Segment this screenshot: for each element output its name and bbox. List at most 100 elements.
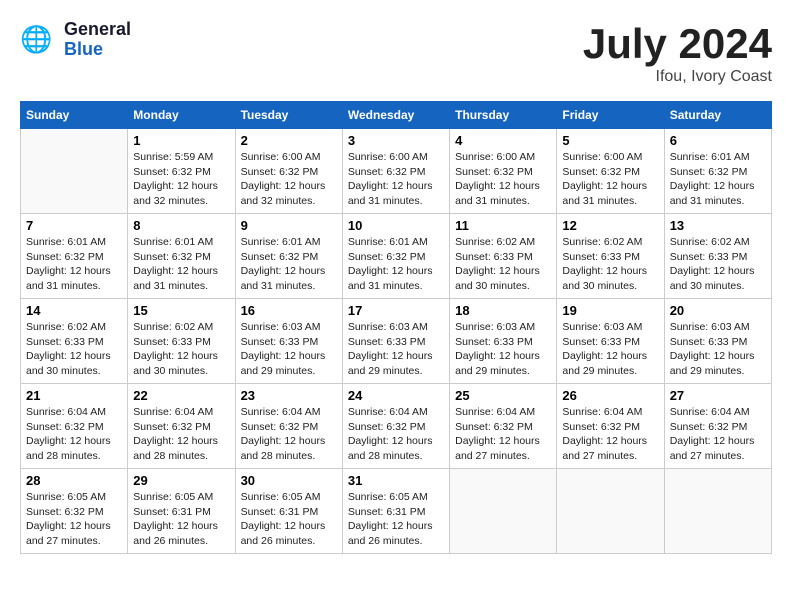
calendar-cell: 11 Sunrise: 6:02 AM Sunset: 6:33 PM Dayli… (450, 214, 557, 299)
day-number: 4 (455, 133, 551, 148)
calendar-cell: 30Sunrise: 6:05 AM Sunset: 6:31 PM Dayli… (235, 469, 342, 554)
location-text: Ifou, Ivory Coast (583, 68, 772, 86)
calendar-cell: 29Sunrise: 6:05 AM Sunset: 6:31 PM Dayli… (128, 469, 235, 554)
day-info: Sunrise: 6:01 AM Sunset: 6:32 PM Dayligh… (241, 235, 337, 294)
day-info: Sunrise: 6:02 AM Sunset: 6:33 PM Dayligh… (455, 235, 551, 294)
day-info: Sunrise: 6:04 AM Sunset: 6:32 PM Dayligh… (133, 405, 229, 464)
day-info: Sunrise: 6:03 AM Sunset: 6:33 PM Dayligh… (455, 320, 551, 379)
day-number: 26 (562, 388, 658, 403)
day-info: Sunrise: 6:05 AM Sunset: 6:32 PM Dayligh… (26, 490, 122, 549)
logo: 🌐 General Blue (20, 20, 131, 60)
day-info: Sunrise: 6:03 AM Sunset: 6:33 PM Dayligh… (670, 320, 766, 379)
day-info: Sunrise: 6:04 AM Sunset: 6:32 PM Dayligh… (562, 405, 658, 464)
day-number: 20 (670, 303, 766, 318)
day-number: 19 (562, 303, 658, 318)
calendar-cell: 9 Sunrise: 6:01 AM Sunset: 6:32 PM Daylig… (235, 214, 342, 299)
header-day-thursday: Thursday (450, 102, 557, 129)
calendar-cell: 24Sunrise: 6:04 AM Sunset: 6:32 PM Dayli… (342, 384, 449, 469)
day-number: 18 (455, 303, 551, 318)
logo-blue-text: Blue (64, 40, 131, 60)
calendar-cell (557, 469, 664, 554)
day-info: Sunrise: 6:00 AM Sunset: 6:32 PM Dayligh… (455, 150, 551, 209)
calendar-week-4: 21 Sunrise: 6:04 AM Sunset: 6:32 PM Dayli… (21, 384, 772, 469)
calendar-cell: 3 Sunrise: 6:00 AM Sunset: 6:32 PM Daylig… (342, 129, 449, 214)
svg-text:🌐: 🌐 (20, 24, 52, 54)
day-number: 30 (241, 473, 337, 488)
month-year-title: July 2024 (583, 20, 772, 68)
calendar-week-1: 1Sunrise: 5:59 AM Sunset: 6:32 PM Daylig… (21, 129, 772, 214)
calendar-cell (664, 469, 771, 554)
page-header: 🌐 General Blue July 2024 Ifou, Ivory Coa… (20, 20, 772, 86)
day-info: Sunrise: 6:00 AM Sunset: 6:32 PM Dayligh… (348, 150, 444, 209)
day-info: Sunrise: 6:02 AM Sunset: 6:33 PM Dayligh… (562, 235, 658, 294)
day-info: Sunrise: 6:01 AM Sunset: 6:32 PM Dayligh… (26, 235, 122, 294)
day-info: Sunrise: 6:04 AM Sunset: 6:32 PM Dayligh… (455, 405, 551, 464)
calendar-cell: 17Sunrise: 6:03 AM Sunset: 6:33 PM Dayli… (342, 299, 449, 384)
header-day-friday: Friday (557, 102, 664, 129)
day-info: Sunrise: 6:02 AM Sunset: 6:33 PM Dayligh… (133, 320, 229, 379)
calendar-week-2: 7 Sunrise: 6:01 AM Sunset: 6:32 PM Daylig… (21, 214, 772, 299)
day-info: Sunrise: 6:00 AM Sunset: 6:32 PM Dayligh… (241, 150, 337, 209)
day-info: Sunrise: 6:00 AM Sunset: 6:32 PM Dayligh… (562, 150, 658, 209)
calendar-cell: 8 Sunrise: 6:01 AM Sunset: 6:32 PM Daylig… (128, 214, 235, 299)
day-info: Sunrise: 6:04 AM Sunset: 6:32 PM Dayligh… (348, 405, 444, 464)
day-info: Sunrise: 6:01 AM Sunset: 6:32 PM Dayligh… (670, 150, 766, 209)
calendar-cell: 6 Sunrise: 6:01 AM Sunset: 6:32 PM Daylig… (664, 129, 771, 214)
day-number: 15 (133, 303, 229, 318)
day-info: Sunrise: 6:02 AM Sunset: 6:33 PM Dayligh… (26, 320, 122, 379)
day-number: 16 (241, 303, 337, 318)
day-info: Sunrise: 6:05 AM Sunset: 6:31 PM Dayligh… (348, 490, 444, 549)
day-number: 14 (26, 303, 122, 318)
header-day-wednesday: Wednesday (342, 102, 449, 129)
day-info: Sunrise: 5:59 AM Sunset: 6:32 PM Dayligh… (133, 150, 229, 209)
calendar-cell (21, 129, 128, 214)
calendar-cell: 4 Sunrise: 6:00 AM Sunset: 6:32 PM Daylig… (450, 129, 557, 214)
calendar-cell: 31 Sunrise: 6:05 AM Sunset: 6:31 PM Dayli… (342, 469, 449, 554)
day-number: 8 (133, 218, 229, 233)
calendar-cell: 10Sunrise: 6:01 AM Sunset: 6:32 PM Dayli… (342, 214, 449, 299)
day-info: Sunrise: 6:02 AM Sunset: 6:33 PM Dayligh… (670, 235, 766, 294)
calendar-cell: 12Sunrise: 6:02 AM Sunset: 6:33 PM Dayli… (557, 214, 664, 299)
day-number: 11 (455, 218, 551, 233)
calendar-cell: 14 Sunrise: 6:02 AM Sunset: 6:33 PM Dayli… (21, 299, 128, 384)
day-number: 31 (348, 473, 444, 488)
day-number: 9 (241, 218, 337, 233)
header-day-monday: Monday (128, 102, 235, 129)
header-day-sunday: Sunday (21, 102, 128, 129)
day-number: 6 (670, 133, 766, 148)
day-number: 13 (670, 218, 766, 233)
day-number: 17 (348, 303, 444, 318)
day-info: Sunrise: 6:03 AM Sunset: 6:33 PM Dayligh… (562, 320, 658, 379)
calendar-cell: 22Sunrise: 6:04 AM Sunset: 6:32 PM Dayli… (128, 384, 235, 469)
calendar-cell (450, 469, 557, 554)
day-info: Sunrise: 6:04 AM Sunset: 6:32 PM Dayligh… (26, 405, 122, 464)
day-info: Sunrise: 6:04 AM Sunset: 6:32 PM Dayligh… (241, 405, 337, 464)
calendar-cell: 16 Sunrise: 6:03 AM Sunset: 6:33 PM Dayli… (235, 299, 342, 384)
day-number: 7 (26, 218, 122, 233)
day-number: 27 (670, 388, 766, 403)
calendar-cell: 20 Sunrise: 6:03 AM Sunset: 6:33 PM Dayli… (664, 299, 771, 384)
calendar-cell: 28 Sunrise: 6:05 AM Sunset: 6:32 PM Dayli… (21, 469, 128, 554)
day-info: Sunrise: 6:04 AM Sunset: 6:32 PM Dayligh… (670, 405, 766, 464)
calendar-cell: 27 Sunrise: 6:04 AM Sunset: 6:32 PM Dayli… (664, 384, 771, 469)
day-number: 21 (26, 388, 122, 403)
day-number: 3 (348, 133, 444, 148)
day-number: 25 (455, 388, 551, 403)
day-info: Sunrise: 6:01 AM Sunset: 6:32 PM Dayligh… (348, 235, 444, 294)
calendar-header-row: SundayMondayTuesdayWednesdayThursdayFrid… (21, 102, 772, 129)
calendar-cell: 2Sunrise: 6:00 AM Sunset: 6:32 PM Daylig… (235, 129, 342, 214)
calendar-cell: 26 Sunrise: 6:04 AM Sunset: 6:32 PM Dayli… (557, 384, 664, 469)
calendar-cell: 18 Sunrise: 6:03 AM Sunset: 6:33 PM Dayli… (450, 299, 557, 384)
calendar-week-3: 14 Sunrise: 6:02 AM Sunset: 6:33 PM Dayli… (21, 299, 772, 384)
calendar-cell: 19 Sunrise: 6:03 AM Sunset: 6:33 PM Dayli… (557, 299, 664, 384)
calendar-cell: 25 Sunrise: 6:04 AM Sunset: 6:32 PM Dayli… (450, 384, 557, 469)
calendar-week-5: 28 Sunrise: 6:05 AM Sunset: 6:32 PM Dayli… (21, 469, 772, 554)
logo-label: General Blue (64, 20, 131, 60)
day-info: Sunrise: 6:01 AM Sunset: 6:32 PM Dayligh… (133, 235, 229, 294)
logo-general-text: General (64, 20, 131, 40)
calendar-cell: 21 Sunrise: 6:04 AM Sunset: 6:32 PM Dayli… (21, 384, 128, 469)
calendar-cell: 5Sunrise: 6:00 AM Sunset: 6:32 PM Daylig… (557, 129, 664, 214)
calendar-cell: 7 Sunrise: 6:01 AM Sunset: 6:32 PM Daylig… (21, 214, 128, 299)
day-number: 28 (26, 473, 122, 488)
day-info: Sunrise: 6:03 AM Sunset: 6:33 PM Dayligh… (241, 320, 337, 379)
